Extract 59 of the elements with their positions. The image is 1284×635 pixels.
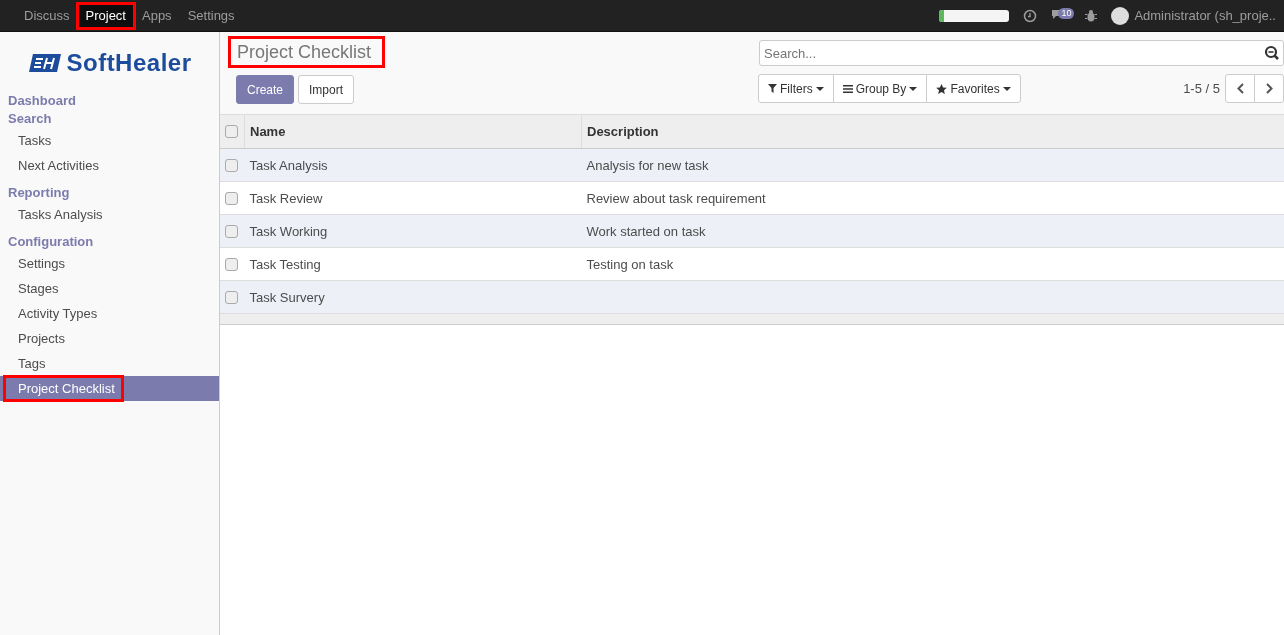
checkbox[interactable] bbox=[225, 290, 238, 304]
checkbox[interactable] bbox=[225, 125, 238, 138]
sidebar-item[interactable]: Tags bbox=[0, 351, 219, 376]
search-field[interactable]: Search... bbox=[759, 40, 1284, 66]
menu-tab[interactable]: Settings bbox=[179, 3, 243, 28]
caret-icon bbox=[909, 86, 918, 91]
clock-icon[interactable] bbox=[1023, 8, 1038, 23]
sidebar-item[interactable]: Settings bbox=[0, 251, 219, 276]
table-cell: Review about task requirement bbox=[581, 181, 1284, 215]
table-cell: Task Working bbox=[244, 214, 582, 248]
logo-text: SoftHealer bbox=[66, 49, 192, 77]
dropdown-button[interactable]: Filters bbox=[758, 74, 834, 103]
sidebar-item[interactable]: Next Activities bbox=[0, 153, 219, 178]
list-icon bbox=[842, 84, 853, 93]
dropdown-button[interactable]: Favorites bbox=[926, 74, 1021, 103]
table-cell: Analysis for new task bbox=[581, 148, 1284, 182]
checkbox[interactable] bbox=[225, 224, 238, 238]
menu-tab[interactable]: Project bbox=[77, 3, 134, 28]
previous-button[interactable] bbox=[1225, 74, 1255, 103]
column-header[interactable]: Description bbox=[581, 114, 1284, 149]
checkbox[interactable] bbox=[225, 158, 238, 172]
caret-icon bbox=[1002, 86, 1011, 91]
logo-mark-icon bbox=[27, 54, 62, 72]
table-cell: Work started on task bbox=[581, 214, 1284, 248]
avatar[interactable] bbox=[1111, 6, 1130, 25]
sidebar-item[interactable]: Tasks Analysis bbox=[0, 202, 219, 227]
table-cell: Task Survery bbox=[244, 280, 582, 314]
filter-icon bbox=[768, 84, 777, 93]
menu-section-title[interactable]: Search bbox=[0, 110, 219, 128]
menu-section-title[interactable]: Dashboard bbox=[0, 92, 219, 110]
checkbox[interactable] bbox=[225, 257, 238, 271]
pager-value[interactable]: 1-5 / 5 bbox=[1183, 81, 1220, 96]
column-header[interactable]: Name bbox=[244, 114, 582, 149]
sidebar-item[interactable]: Tasks bbox=[0, 128, 219, 153]
menu-tab[interactable]: Discuss bbox=[16, 3, 78, 28]
message-count-badge: 10 bbox=[1058, 7, 1075, 19]
table-cell: Task Analysis bbox=[244, 148, 582, 182]
user-name[interactable]: Administrator (sh_proje.. bbox=[1134, 8, 1276, 23]
create-button[interactable]: Create bbox=[236, 75, 295, 104]
caret-icon bbox=[815, 86, 824, 91]
search-icon[interactable] bbox=[1264, 45, 1280, 61]
chevron-right-icon bbox=[1265, 83, 1273, 94]
menu-tab[interactable]: Apps bbox=[134, 3, 180, 28]
table-cell: Testing on task bbox=[581, 247, 1284, 281]
sidebar-item[interactable]: Stages bbox=[0, 276, 219, 301]
bug-icon[interactable] bbox=[1085, 9, 1098, 22]
import-button[interactable]: Import bbox=[298, 75, 355, 104]
table-cell: Task Testing bbox=[244, 247, 582, 281]
checkbox[interactable] bbox=[225, 191, 238, 205]
menu-section-title[interactable]: Configuration bbox=[0, 233, 219, 251]
menu-section-title[interactable]: Reporting bbox=[0, 184, 219, 202]
chevron-left-icon bbox=[1236, 83, 1244, 94]
dropdown-button[interactable]: Group By bbox=[832, 74, 928, 103]
star-icon bbox=[936, 83, 948, 94]
sidebar-item[interactable]: Activity Types bbox=[0, 301, 219, 326]
sidebar-item[interactable]: Projects bbox=[0, 326, 219, 351]
table-cell: Task Review bbox=[244, 181, 582, 215]
sidebar-item[interactable]: Project Checklist bbox=[4, 376, 123, 401]
next-button[interactable] bbox=[1254, 74, 1284, 103]
